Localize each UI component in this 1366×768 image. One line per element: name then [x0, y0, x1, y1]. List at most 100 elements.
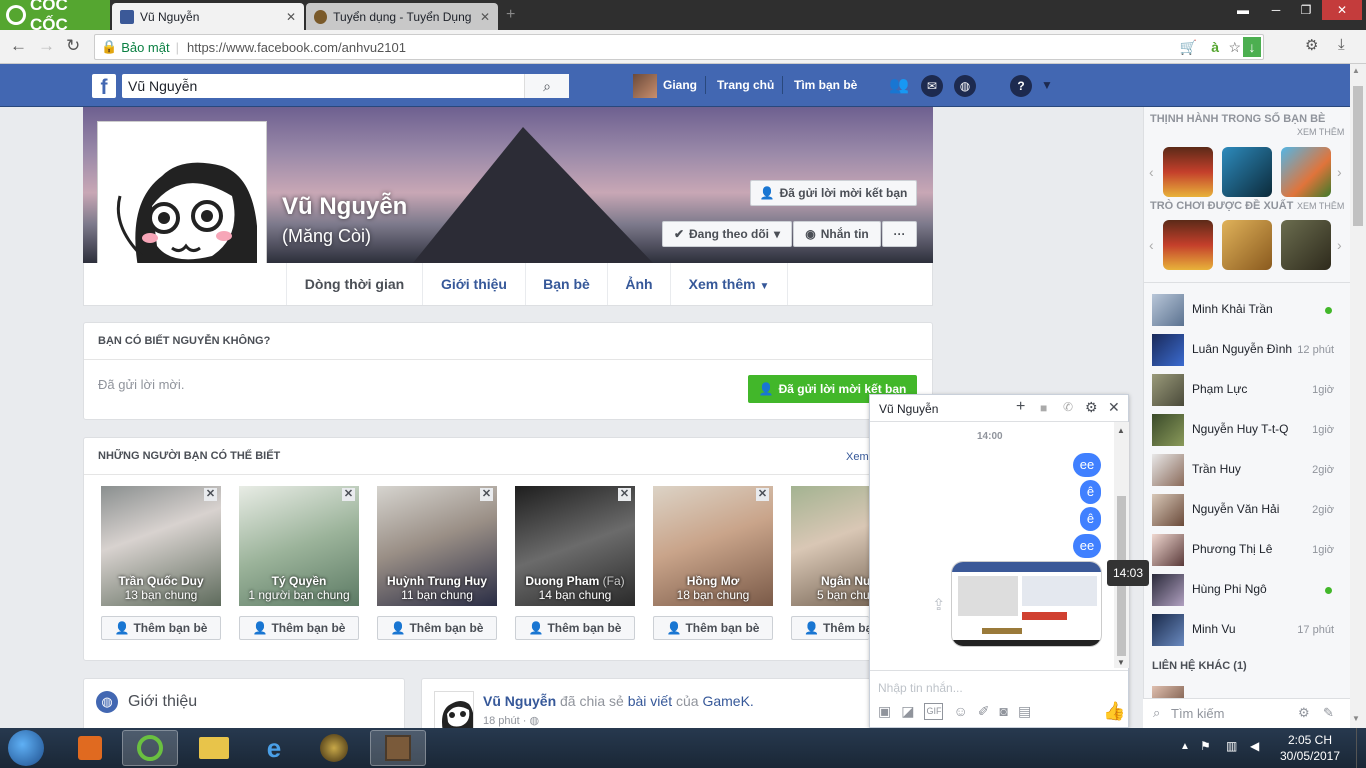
contact-item[interactable]: Hùng Phi Ngô	[1152, 572, 1342, 606]
add-friend-button[interactable]: 👤Thêm bạn bè	[101, 616, 221, 640]
post-author[interactable]: Vũ Nguyễn	[483, 693, 556, 709]
scroll-down-icon[interactable]: ▼	[1117, 658, 1125, 667]
minimize-icon[interactable]: ─	[1260, 0, 1292, 20]
tab-friends[interactable]: Bạn bè	[526, 263, 608, 305]
share-icon[interactable]: ⇪	[932, 595, 945, 615]
download-video-icon[interactable]: ↓	[1243, 37, 1261, 57]
file-explorer-icon[interactable]	[186, 730, 242, 766]
compose-icon[interactable]: ✎	[1323, 705, 1334, 721]
person-card[interactable]: ✕ Huỳnh Trung Huy 11 bạn chung	[377, 486, 497, 606]
cart-icon[interactable]: 🛒	[1180, 39, 1197, 56]
messenger-icon[interactable]: ✉	[921, 75, 943, 97]
coccoc-logo[interactable]: CỐC CỐC	[0, 0, 110, 34]
contact-item[interactable]: Phạm Lực 1giờ	[1152, 372, 1342, 406]
coccoc-browser-taskbar-icon[interactable]	[122, 730, 178, 766]
translate-icon[interactable]: à	[1211, 39, 1219, 55]
person-card[interactable]: ✕ Tý Quyền 1 người bạn chung	[239, 486, 359, 606]
scroll-up-icon[interactable]: ▲	[1352, 66, 1360, 75]
search-icon[interactable]: ⌕	[524, 74, 569, 98]
game-thumbnail[interactable]	[1222, 147, 1272, 197]
message-button[interactable]: ◉ Nhắn tin	[793, 221, 881, 247]
new-tab-icon[interactable]: +	[506, 6, 515, 24]
close-icon[interactable]: ✕	[342, 488, 355, 501]
camera-icon[interactable]: ◙	[1000, 703, 1008, 720]
network-icon[interactable]: ▥	[1226, 739, 1237, 753]
account-menu-chevron-down-icon[interactable]: ▼	[1041, 78, 1053, 92]
contact-item[interactable]: Minh Vu 17 phút	[1152, 612, 1342, 646]
tab-tuyen-dung[interactable]: Tuyển dụng - Tuyển Dụng ✕	[306, 3, 498, 30]
sticker-icon[interactable]: ◪	[901, 703, 914, 720]
photo-icon[interactable]: ▣	[878, 703, 891, 720]
phone-icon[interactable]: ✆	[1063, 400, 1073, 414]
minecraft-icon[interactable]	[370, 730, 426, 766]
add-friend-button[interactable]: 👤Thêm bạn bè	[791, 616, 869, 640]
reload-icon[interactable]: ↻	[66, 36, 80, 56]
downloads-icon[interactable]: ⤓	[1338, 36, 1345, 53]
emoji-icon[interactable]: ☺	[953, 703, 967, 720]
chevron-right-icon[interactable]: ›	[1337, 237, 1342, 253]
gear-icon[interactable]: ⚙	[1298, 705, 1310, 721]
close-icon[interactable]: ✕	[756, 488, 769, 501]
post-link[interactable]: bài viết	[628, 693, 672, 709]
avatar[interactable]	[633, 74, 657, 98]
chevron-left-icon[interactable]: ‹	[1149, 237, 1154, 253]
scroll-thumb[interactable]	[1353, 86, 1363, 226]
find-friends-link[interactable]: Tìm bạn bè	[794, 78, 857, 92]
contact-item[interactable]: Phương Thị Lê 1giờ	[1152, 532, 1342, 566]
message-bubble[interactable]: ê	[1080, 507, 1101, 531]
game-app-icon[interactable]	[306, 730, 362, 766]
back-icon[interactable]: ←	[10, 36, 27, 56]
home-link[interactable]: Trang chủ	[717, 78, 774, 92]
flag-icon[interactable]: ⚑	[1200, 739, 1211, 753]
person-card[interactable]: ✕ Trần Quốc Duy 13 bạn chung	[101, 486, 221, 606]
see-all-link[interactable]: Xem	[846, 451, 869, 463]
person-name[interactable]: Ngân Nu	[791, 574, 869, 588]
facebook-logo-icon[interactable]: f	[92, 74, 116, 99]
tab-about[interactable]: Giới thiệu	[423, 263, 526, 305]
close-window-icon[interactable]: ✕	[1322, 0, 1362, 20]
contact-item[interactable]: Minh Khải Trần	[1152, 292, 1342, 326]
games-see-more[interactable]: XEM THÊM	[1297, 201, 1344, 211]
person-name[interactable]: Hồng Mơ	[653, 574, 773, 588]
profile-name[interactable]: Vũ Nguyễn	[282, 193, 407, 221]
contact-item[interactable]: Trần Huy 2giờ	[1152, 452, 1342, 486]
friend-request-sent-button[interactable]: 👤 Đã gửi lời mời kết bạn	[750, 180, 917, 206]
close-icon[interactable]: ✕	[618, 488, 631, 501]
contact-item[interactable]: Nguyễn Huy T-t-Q 1giờ	[1152, 412, 1342, 446]
calendar-icon[interactable]: ▤	[1018, 703, 1031, 720]
profile-link[interactable]: Giang	[663, 78, 697, 92]
more-options-button[interactable]: ···	[882, 221, 917, 247]
person-name[interactable]: Duong Pham (Fa)	[515, 574, 635, 588]
person-card[interactable]: Ngân Nu 5 bạn chu	[791, 486, 869, 606]
close-icon[interactable]: ✕	[1108, 399, 1120, 416]
restore-icon[interactable]: ❐	[1290, 0, 1322, 20]
post-page[interactable]: GameK.	[702, 693, 753, 709]
other-contacts-header[interactable]: LIÊN HỆ KHÁC (1)	[1152, 660, 1247, 672]
video-call-icon[interactable]: ■	[1040, 401, 1047, 415]
trending-see-more[interactable]: XEM THÊM	[1297, 127, 1344, 137]
url-field[interactable]: 🔒 Bảo mật | https://www.facebook.com/anh…	[94, 34, 1264, 60]
menu-icon[interactable]: ▬	[1227, 0, 1259, 20]
show-desktop-button[interactable]	[1356, 728, 1366, 768]
scroll-up-icon[interactable]: ▲	[1117, 426, 1125, 435]
media-player-icon[interactable]	[62, 730, 118, 766]
search-input[interactable]: Vũ Nguyễn ⌕	[122, 74, 569, 98]
like-icon[interactable]: 👍	[1103, 701, 1125, 722]
add-friend-button[interactable]: 👤Thêm bạn bè	[239, 616, 359, 640]
tab-profile[interactable]: Vũ Nguyễn ✕	[112, 3, 304, 30]
chat-title[interactable]: Vũ Nguyễn	[879, 402, 938, 416]
tab-more[interactable]: Xem thêm ▼	[671, 263, 788, 305]
internet-explorer-icon[interactable]: e	[246, 730, 302, 766]
person-name[interactable]: Huỳnh Trung Huy	[377, 574, 497, 588]
game-thumbnail[interactable]	[1281, 220, 1331, 270]
tray-expand-icon[interactable]: ▲	[1180, 741, 1190, 752]
help-icon[interactable]: ?	[1010, 75, 1032, 97]
attachment-icon[interactable]: ✐	[978, 703, 990, 720]
chevron-right-icon[interactable]: ›	[1337, 164, 1342, 180]
game-thumbnail[interactable]	[1163, 147, 1213, 197]
message-input[interactable]: Nhập tin nhắn...	[878, 681, 963, 695]
clock[interactable]: 2:05 CH 30/05/2017	[1270, 733, 1350, 763]
start-button[interactable]	[8, 730, 44, 766]
following-button[interactable]: ✔ Đang theo dõi ▾	[662, 221, 792, 247]
add-friend-button[interactable]: 👤Thêm bạn bè	[653, 616, 773, 640]
